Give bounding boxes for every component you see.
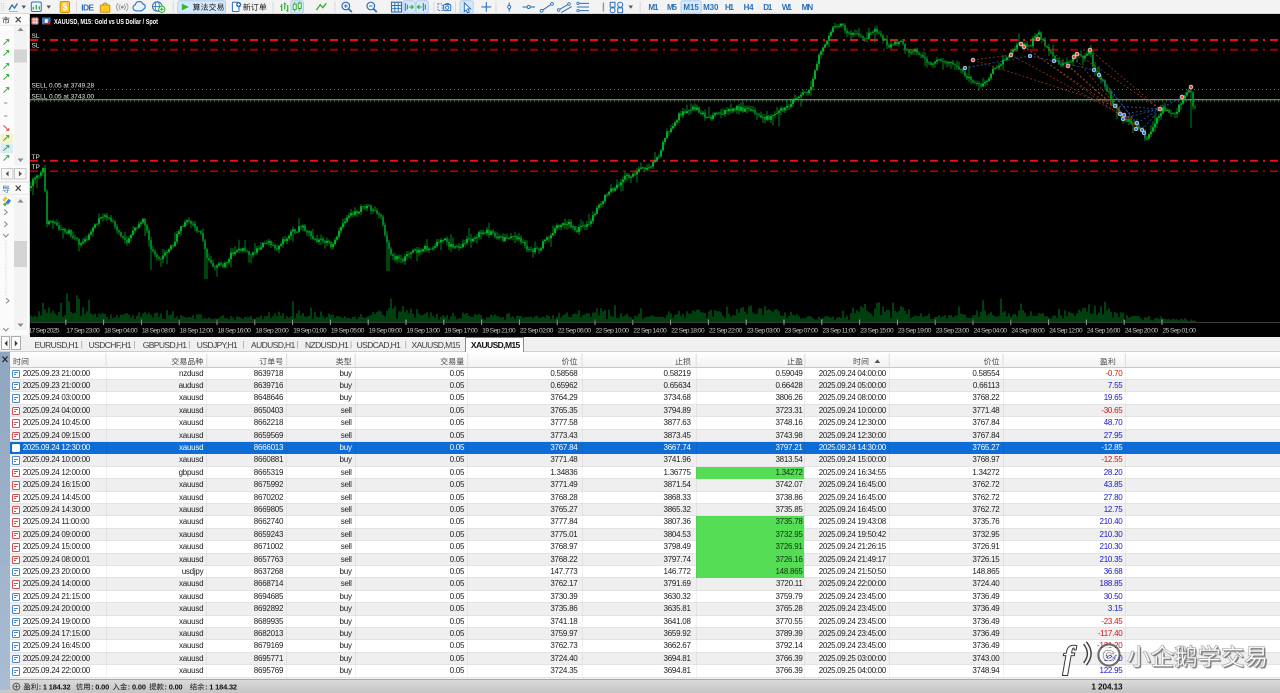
svg-text:18 Sep 12:00: 18 Sep 12:00 [180,328,214,335]
svg-text:19 Sep 01:00: 19 Sep 01:00 [293,328,327,335]
svg-text:XAUUSD, M15: Gold vs US Dolla: XAUUSD, M15: Gold vs US Dollar / Spot [54,17,158,26]
svg-text:H4: H4 [744,3,755,12]
svg-text:23 Sep 11:00: 23 Sep 11:00 [822,328,856,335]
svg-text:24 Sep 08:00: 24 Sep 08:00 [1011,328,1045,335]
svg-text:H1: H1 [725,3,735,12]
svg-text:D1: D1 [763,3,773,12]
svg-text:: 1 184.32: : 1 184.32 [205,682,237,691]
svg-text:22 Sep 22:00: 22 Sep 22:00 [709,328,743,335]
svg-text:24 Sep 20:00: 24 Sep 20:00 [1125,328,1159,335]
svg-text:: 0.00: : 0.00 [165,682,183,691]
svg-text:19 Sep 21:00: 19 Sep 21:00 [482,328,516,335]
svg-text:18 Sep 16:00: 18 Sep 16:00 [218,328,252,335]
svg-text:19 Sep 05:00: 19 Sep 05:00 [331,328,365,335]
svg-text:23 Sep 03:00: 23 Sep 03:00 [747,328,781,335]
svg-text:22 Sep 02:00: 22 Sep 02:00 [520,328,554,335]
svg-text:IDE: IDE [81,2,94,12]
svg-text:f: f [1063,639,1077,675]
svg-text:17 Sep 2025: 17 Sep 2025 [30,328,60,335]
svg-text:19 Sep 13:00: 19 Sep 13:00 [407,328,441,335]
svg-text:M5: M5 [667,3,678,12]
svg-text:19 Sep 17:00: 19 Sep 17:00 [444,328,478,335]
svg-text:22 Sep 10:00: 22 Sep 10:00 [596,328,630,335]
svg-text:23 Sep 07:00: 23 Sep 07:00 [785,328,819,335]
svg-text:: 1 184.32: : 1 184.32 [39,682,71,691]
svg-text:22 Sep 18:00: 22 Sep 18:00 [671,328,705,335]
svg-text:MN: MN [802,3,814,12]
svg-text:$: $ [62,2,67,12]
svg-text:22 Sep 06:00: 22 Sep 06:00 [558,328,592,335]
svg-text:23 Sep 19:00: 23 Sep 19:00 [898,328,932,335]
svg-text:TP: TP [32,154,40,161]
svg-text:19 Sep 09:00: 19 Sep 09:00 [369,328,403,335]
svg-text:17 Sep 23:00: 17 Sep 23:00 [66,328,100,335]
svg-text:24 Sep 04:00: 24 Sep 04:00 [974,328,1008,335]
svg-text:W1: W1 [782,3,793,12]
svg-text:C: C [1103,648,1114,665]
svg-text:24 Sep 12:00: 24 Sep 12:00 [1049,328,1083,335]
svg-text:SELL 0.05 at 3749.28: SELL 0.05 at 3749.28 [32,83,95,90]
svg-text:18 Sep 20:00: 18 Sep 20:00 [255,328,289,335]
svg-text:: 0.00: : 0.00 [128,682,146,691]
svg-text:18 Sep 04:00: 18 Sep 04:00 [104,328,138,335]
svg-text:18 Sep 08:00: 18 Sep 08:00 [142,328,176,335]
svg-text:TP: TP [32,164,40,171]
svg-text:SL: SL [32,43,40,50]
svg-text:M1: M1 [648,3,659,12]
svg-text:SL: SL [32,33,40,40]
svg-text:1 204.13: 1 204.13 [1091,682,1123,691]
svg-text:22 Sep 14:00: 22 Sep 14:00 [633,328,667,335]
svg-text:: 0.00: : 0.00 [91,682,109,691]
svg-text:M15: M15 [683,3,699,12]
svg-text:M30: M30 [703,3,719,12]
svg-text:24 Sep 16:00: 24 Sep 16:00 [1087,328,1121,335]
svg-text:25 Sep 01:00: 25 Sep 01:00 [1163,328,1197,335]
svg-text:23 Sep 15:00: 23 Sep 15:00 [860,328,894,335]
svg-text:23 Sep 23:00: 23 Sep 23:00 [936,328,970,335]
